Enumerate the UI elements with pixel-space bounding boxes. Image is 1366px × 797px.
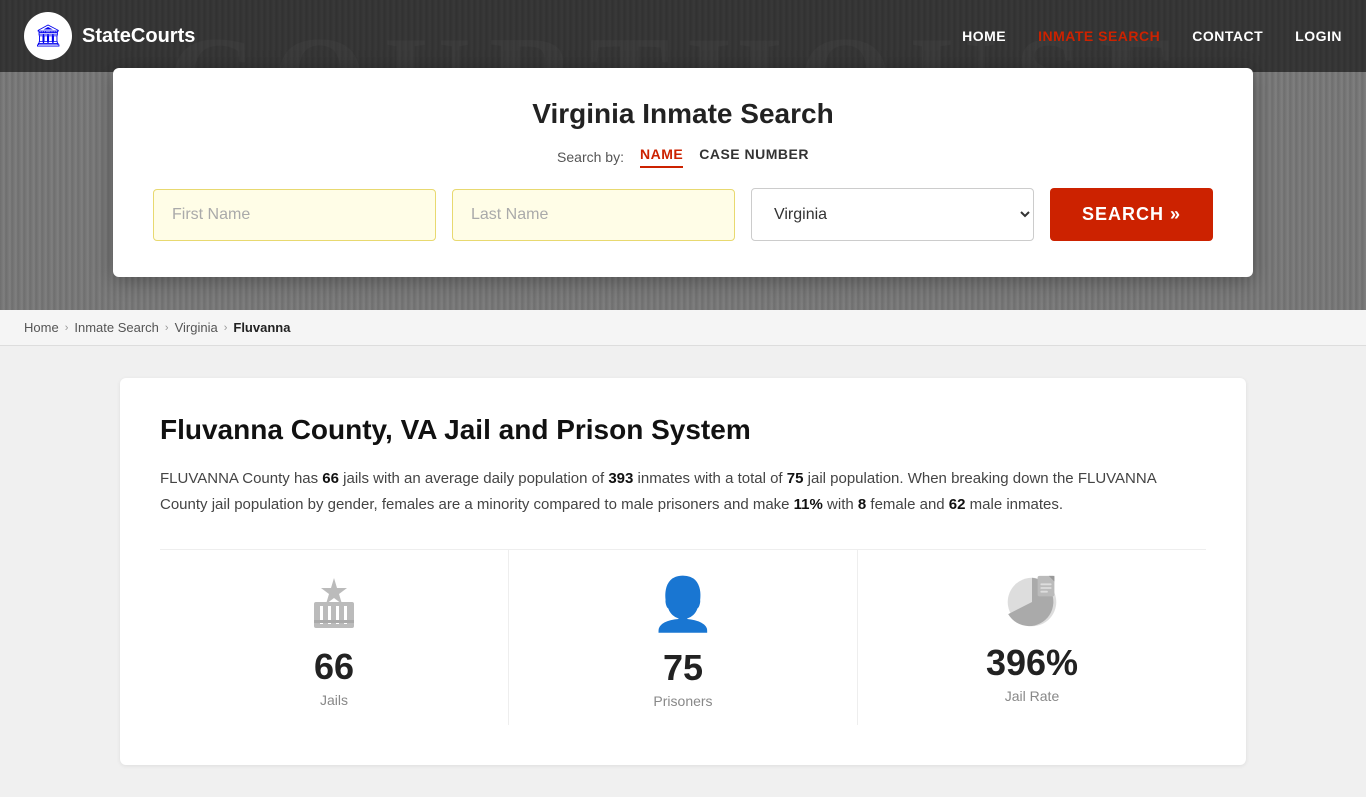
search-card-title: Virginia Inmate Search <box>153 98 1213 130</box>
desc-jails: 66 <box>322 470 339 487</box>
breadcrumb: Home › Inmate Search › Virginia › Fluvan… <box>0 310 1366 346</box>
breadcrumb-sep-2: › <box>165 322 169 334</box>
desc-female-pct-suffix: with <box>827 496 858 513</box>
header: COURTHOUSE 🏛 StateCourts HOME INMATE SEA… <box>0 0 1366 310</box>
tab-case-number[interactable]: CASE NUMBER <box>699 146 809 168</box>
stats-row: 66 Jails 👤 75 Prisoners <box>160 549 1206 725</box>
county-description: FLUVANNA County has 66 jails with an ave… <box>160 466 1206 517</box>
logo-link[interactable]: 🏛 StateCourts <box>24 12 195 60</box>
site-name: StateCourts <box>82 25 195 48</box>
search-by-label: Search by: <box>557 149 624 165</box>
desc-female-suffix: female and <box>870 496 948 513</box>
desc-male-suffix: male inmates. <box>970 496 1063 513</box>
stat-jail-rate-number: 396% <box>986 642 1078 684</box>
jail-icon <box>304 574 364 634</box>
breadcrumb-sep-1: › <box>65 322 69 334</box>
stat-jail-rate-label: Jail Rate <box>1005 688 1059 704</box>
desc-avg-pop: 393 <box>608 470 633 487</box>
search-card: Virginia Inmate Search Search by: NAME C… <box>113 68 1253 277</box>
desc-intro: FLUVANNA County has <box>160 470 322 487</box>
search-fields: Virginia SEARCH » <box>153 188 1213 241</box>
jail-building-icon <box>304 574 364 634</box>
nav-inmate-search[interactable]: INMATE SEARCH <box>1038 28 1160 44</box>
stat-jails: 66 Jails <box>160 550 509 725</box>
desc-jails-suffix: jails with an average daily population o… <box>343 470 608 487</box>
breadcrumb-state[interactable]: Virginia <box>175 320 218 335</box>
first-name-input[interactable] <box>153 189 436 241</box>
breadcrumb-inmate-search[interactable]: Inmate Search <box>74 320 159 335</box>
stat-prisoners-label: Prisoners <box>653 693 712 709</box>
breadcrumb-current: Fluvanna <box>233 320 290 335</box>
nav-links: HOME INMATE SEARCH CONTACT LOGIN <box>962 28 1342 44</box>
desc-avg-pop-suffix: inmates with a total of <box>638 470 787 487</box>
tab-name[interactable]: NAME <box>640 146 683 168</box>
logo-icon: 🏛 <box>24 12 72 60</box>
stat-jail-rate: 396% Jail Rate <box>858 550 1206 725</box>
stat-prisoners: 👤 75 Prisoners <box>509 550 858 725</box>
state-select[interactable]: Virginia <box>751 188 1034 241</box>
county-title: Fluvanna County, VA Jail and Prison Syst… <box>160 414 1206 446</box>
breadcrumb-sep-3: › <box>224 322 228 334</box>
main-content: Fluvanna County, VA Jail and Prison Syst… <box>0 346 1366 797</box>
prisoner-icon: 👤 <box>651 574 716 635</box>
desc-male-count: 62 <box>949 496 966 513</box>
nav-login[interactable]: LOGIN <box>1295 28 1342 44</box>
top-navigation: 🏛 StateCourts HOME INMATE SEARCH CONTACT… <box>0 0 1366 72</box>
last-name-input[interactable] <box>452 189 735 241</box>
jail-rate-icon <box>1004 574 1060 630</box>
desc-total: 75 <box>787 470 804 487</box>
search-by-row: Search by: NAME CASE NUMBER <box>153 146 1213 168</box>
desc-female-count: 8 <box>858 496 866 513</box>
stat-jails-label: Jails <box>320 692 348 708</box>
breadcrumb-home[interactable]: Home <box>24 320 59 335</box>
nav-contact[interactable]: CONTACT <box>1192 28 1263 44</box>
search-button[interactable]: SEARCH » <box>1050 188 1213 241</box>
nav-home[interactable]: HOME <box>962 28 1006 44</box>
desc-female-pct: 11% <box>794 496 823 513</box>
stat-prisoners-number: 75 <box>663 647 703 689</box>
info-card: Fluvanna County, VA Jail and Prison Syst… <box>120 378 1246 765</box>
stat-jails-number: 66 <box>314 646 354 688</box>
